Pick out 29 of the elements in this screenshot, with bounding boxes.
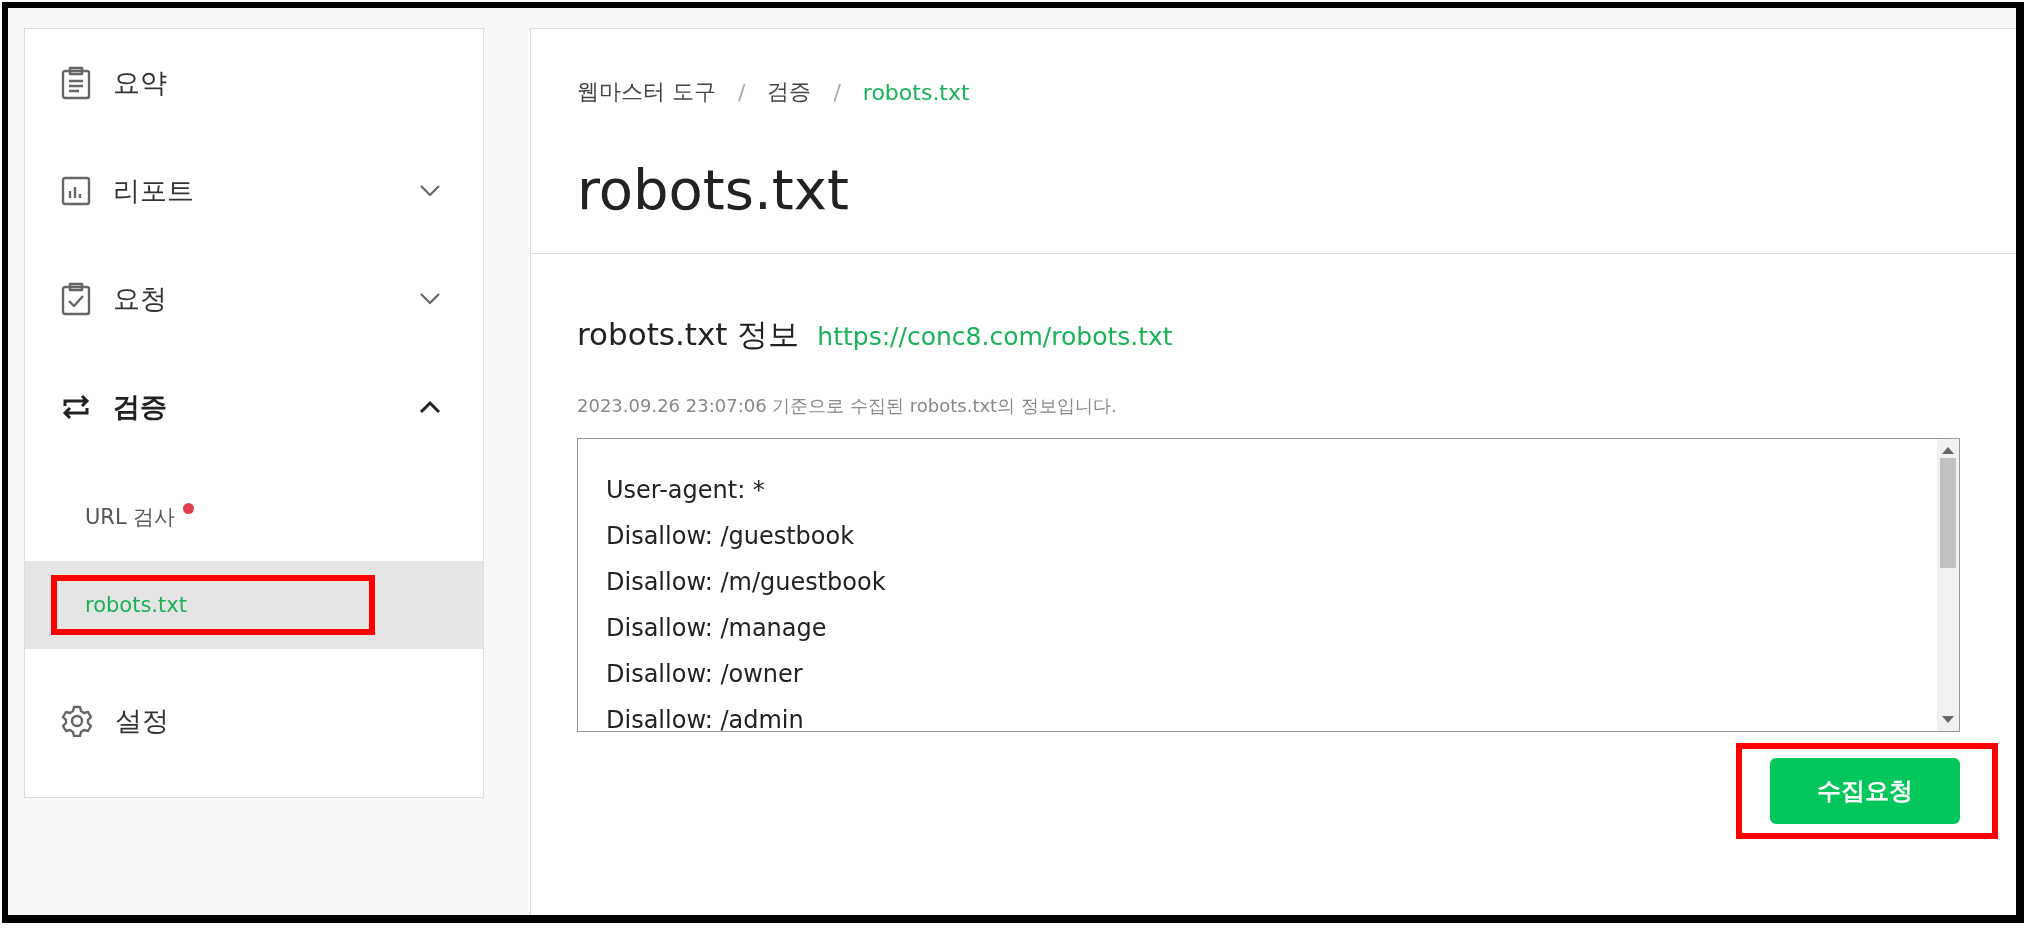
sidebar-item[interactable]: 리포트: [25, 169, 483, 213]
code-line: Disallow: /admin: [606, 705, 805, 731]
breadcrumb-link[interactable]: 웹마스터 도구: [577, 77, 716, 107]
page-title: robots.txt: [577, 157, 850, 222]
checklist-icon: [61, 282, 91, 316]
breadcrumb-separator: /: [833, 79, 841, 105]
code-line: Disallow: /owner: [606, 659, 804, 690]
chevron-icon: [419, 292, 441, 306]
code-line: Disallow: /guestbook: [606, 521, 856, 552]
sidebar-item[interactable]: 요청: [25, 277, 483, 321]
chevron-icon: [419, 400, 441, 414]
scrollbar[interactable]: [1937, 439, 1959, 731]
settings-icon: [61, 705, 93, 737]
robots-text-area[interactable]: User-agent: * Disallow: /guestbook Disallow: /m/guestbook Disallow: /manage Disallow: /owner Disallow: /admin: [577, 438, 1960, 732]
sidebar-item[interactable]: 설정: [25, 699, 483, 743]
code-line: Disallow: /manage: [606, 613, 828, 644]
code-line: Disallow: /m/guestbook: [606, 567, 887, 598]
section-heading: robots.txt 정보: [577, 315, 800, 354]
clipboard-icon: [61, 66, 91, 100]
breadcrumb-link[interactable]: 검증: [767, 77, 812, 107]
sidebar-item[interactable]: 검증: [25, 385, 483, 429]
chevron-icon: [419, 184, 441, 198]
sidebar-item[interactable]: 요약: [25, 61, 483, 105]
bar-chart-icon: [61, 176, 91, 206]
code-line: User-agent: *: [606, 475, 766, 506]
collected-time-note: 2023.09.26 23:07:06 기준으로 수집된 robots.txt의 정보입니다.: [577, 394, 1118, 418]
breadcrumb-separator: /: [738, 79, 746, 105]
swap-arrows-icon: [61, 392, 91, 422]
sidebar-subitem[interactable]: URL 검사: [85, 503, 176, 531]
